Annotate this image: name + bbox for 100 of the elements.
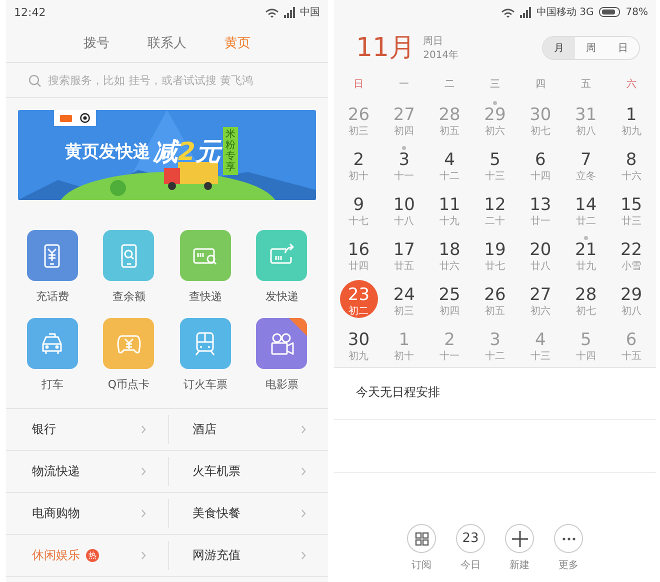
service-tile[interactable] [26,230,78,281]
day-number: 6 [626,331,637,349]
day-number: 7 [580,151,592,169]
tab[interactable]: 联系人 [146,30,188,56]
service-tile[interactable] [26,318,78,369]
lunar-date: 廿四 [348,260,369,273]
calendar-day[interactable]: 9 十七 [336,187,382,232]
chevron-icon [140,425,146,434]
category-label: 物流快递 [32,463,80,480]
lunar-date: 初七 [576,304,596,318]
service-tile[interactable] [103,230,154,281]
weekday-header: 三 [488,78,501,92]
day-number: 13 [530,196,552,214]
day-number: 20 [530,241,552,259]
calendar-day[interactable]: 5 十三 [472,142,518,187]
day-number: 5 [490,151,500,169]
category-item[interactable]: 网游充值 [168,541,328,570]
calendar-day[interactable]: 19 廿七 [472,232,518,277]
calendar-day[interactable]: 2 初十 [336,142,382,187]
empty-agenda-text: 今天无日程安排 [334,368,656,420]
action-button[interactable] [407,524,436,553]
day-number: 3 [490,331,500,349]
day-number: 10 [393,196,415,214]
calendar-day[interactable]: 12 二十 [472,187,518,232]
day-number: 2 [353,151,364,169]
calendar-day[interactable]: 3 十一 [381,142,427,187]
calendar-day[interactable]: 7 立冬 [563,142,609,187]
service-tile[interactable] [180,230,231,281]
lunar-date: 十一 [394,170,414,183]
calendar-day[interactable]: 8 十六 [608,142,654,187]
action-label: 新建 [510,558,530,572]
lunar-date: 立冬 [576,170,596,183]
weekday-label: 周日 [423,34,444,48]
calendar-day[interactable]: 22 小雪 [608,232,654,277]
lunar-date: 初十 [394,350,414,363]
service-tile[interactable] [180,318,231,369]
category-item[interactable]: 物流快递 [6,451,168,492]
lunar-date: 廿六 [440,260,460,273]
lunar-date: 廿二 [576,214,596,228]
service-tile[interactable] [256,230,308,281]
calendar-day[interactable]: 28 初七 [563,277,609,322]
service-tile[interactable] [103,318,154,369]
day-number: 17 [393,241,415,259]
calendar-day[interactable]: 11 十九 [426,187,472,232]
category-item[interactable]: 美食快餐 [168,499,328,528]
grid-icon [414,532,428,546]
chevron-icon [301,467,306,476]
lunar-date: 初三 [394,304,414,318]
calendar-day[interactable]: 1 初九 [608,97,654,142]
lunar-date: 十五 [621,350,642,363]
calendar-day[interactable]: 14 廿二 [563,187,609,232]
calendar-day[interactable]: 15 廿三 [608,187,654,232]
search-field[interactable]: 搜索服务，比如 挂号，或者试试搜 黄飞鸿 [48,74,306,86]
day-number: 23 [348,286,370,304]
weekday-header: 四 [534,78,546,92]
category-label: 火车机票 [192,463,240,480]
calendar-day[interactable]: 20 廿八 [518,232,564,277]
lunar-date: 初四 [440,304,460,318]
category-label: 网游充值 [192,547,240,564]
action-label: 今日 [460,559,480,572]
action-button[interactable]: 23 [456,524,485,553]
calendar-day[interactable]: 17 廿五 [381,232,427,277]
calendar-day[interactable]: 6 十四 [518,142,564,187]
lunar-date: 初八 [621,304,642,318]
day-number: 19 [484,241,506,259]
service-tile[interactable] [256,318,308,369]
battery-percent: 78% [626,6,648,18]
wifi-icon [501,6,516,18]
category-item[interactable]: 酒店 [168,415,328,444]
calendar-day[interactable]: 10 十八 [381,187,427,232]
view-tab[interactable]: 月 [543,36,575,58]
service-label: 查快递 [188,289,222,304]
calendar-day[interactable]: 4 十二 [426,142,472,187]
calendar-day[interactable]: 18 廿六 [426,232,472,277]
action-button[interactable] [505,524,534,553]
lunar-date: 十四 [530,170,550,183]
battery-icon [598,7,621,17]
service-label: 发快递 [265,289,298,304]
calendar-day[interactable]: 13 廿一 [518,187,564,232]
lunar-date: 十一 [440,350,460,363]
lunar-date: 十二 [484,350,505,363]
category-item[interactable]: 电商购物 [6,493,168,534]
category-item[interactable]: 银行 [6,409,168,450]
calendar-day[interactable]: 29 初八 [608,277,654,322]
calendar-day[interactable]: 26 初五 [472,277,518,322]
service-label: Q币点卡 [108,377,150,392]
calendar-day[interactable]: 25 初四 [426,277,472,322]
tab[interactable]: 拨号 [82,30,112,56]
category-label: 酒店 [192,421,216,438]
calendar-day[interactable]: 24 初三 [381,277,427,322]
day-number: 21 [575,241,597,259]
lunar-date: 十八 [394,214,414,228]
category-item[interactable]: 火车机票 [168,457,328,486]
calendar-day[interactable]: 30 初九 [336,322,382,367]
calendar-day[interactable]: 21 廿九 [563,232,609,277]
day-number: 11 [438,196,460,214]
day-number: 8 [626,151,637,169]
calendar-day[interactable]: 16 廿四 [336,232,382,277]
lunar-date: 初七 [530,124,550,138]
calendar-day[interactable]: 27 初六 [518,277,564,322]
